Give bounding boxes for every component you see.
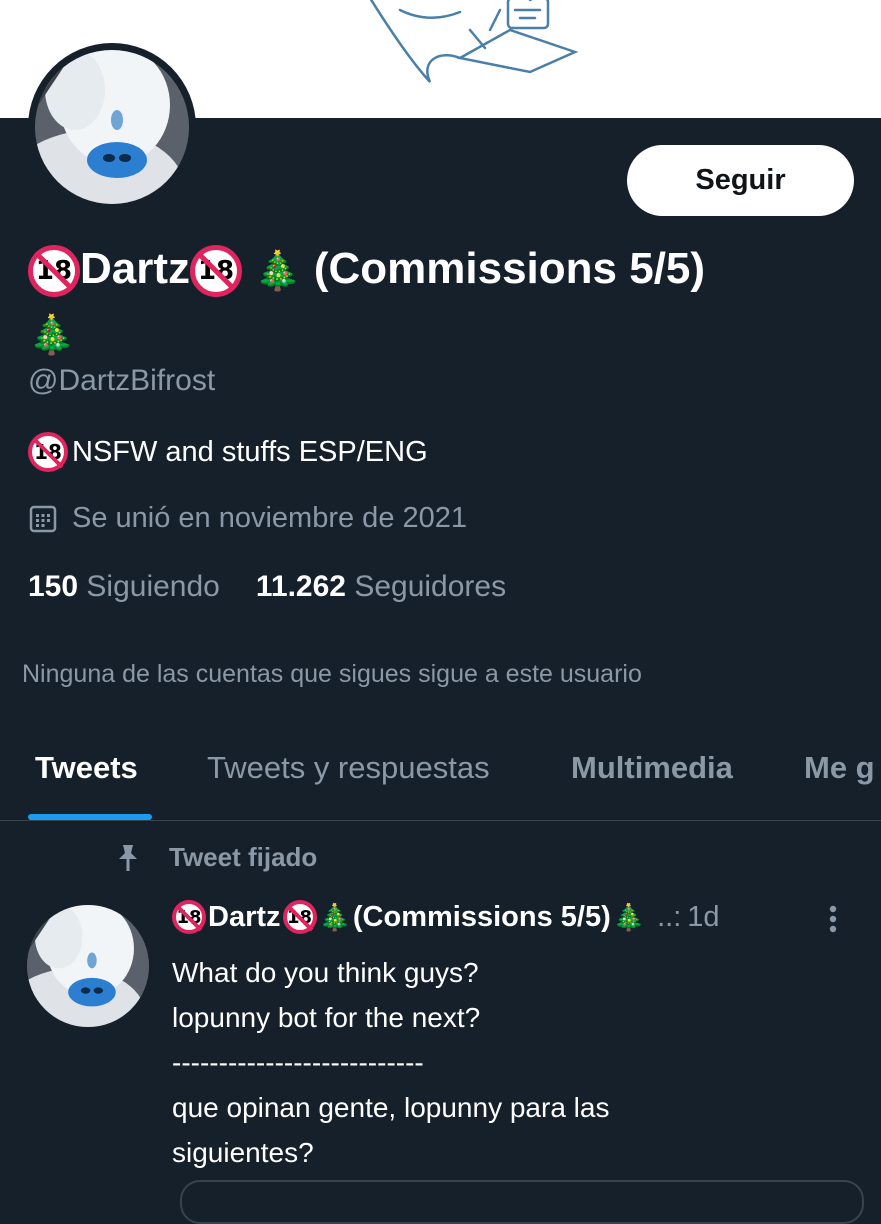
no-under-18-icon: 18 xyxy=(172,900,206,934)
avatar[interactable] xyxy=(35,50,189,204)
tweet-author-name[interactable]: 18 Dartz 18 🎄 (Commissions 5/5) 🎄 xyxy=(172,900,645,934)
following-count: 150 xyxy=(28,570,79,603)
christmas-tree-icon: 🎄 xyxy=(254,250,302,293)
profile-tabs: Tweets Tweets y respuestas Multimedia Me… xyxy=(0,730,881,821)
tweet-author-text: Dartz xyxy=(208,900,281,933)
profile-handle: @DartzBifrost xyxy=(28,364,216,397)
profile-display-name: 18 Dartz 18 🎄 (Commissions 5/5) 🎄 xyxy=(28,238,868,367)
no-under-18-icon: 18 xyxy=(282,900,317,934)
tweet-time-separator: ..: xyxy=(657,900,682,933)
tab-tweets[interactable]: Tweets xyxy=(35,750,138,786)
bio-text: NSFW and stuffs ESP/ENG xyxy=(72,435,428,468)
christmas-tree-icon: 🎄 xyxy=(318,901,351,932)
following-link[interactable]: 150 Siguiendo xyxy=(28,570,220,604)
pinned-tweet-label: Tweet fijado xyxy=(115,842,317,873)
profile-joined-date: Se unió en noviembre de 2021 xyxy=(28,502,467,535)
followers-label: Seguidores xyxy=(354,570,507,603)
avatar-image xyxy=(27,905,149,1027)
tweet-author-avatar[interactable] xyxy=(27,905,149,1027)
calendar-icon xyxy=(29,505,57,532)
profile-bio: 18 NSFW and stuffs ESP/ENG xyxy=(28,432,428,472)
display-name-suffix: (Commissions 5/5) xyxy=(313,244,706,293)
tab-media[interactable]: Multimedia xyxy=(571,750,733,786)
tweet-header: 18 Dartz 18 🎄 (Commissions 5/5) 🎄 ..: 1d xyxy=(172,900,872,934)
mutual-followers-note: Ninguna de las cuentas que sigues sigue … xyxy=(22,660,642,688)
more-vertical-icon[interactable] xyxy=(827,904,839,946)
tweet-media-card[interactable] xyxy=(180,1180,864,1224)
following-label: Siguiendo xyxy=(86,570,220,603)
follow-button[interactable]: Seguir xyxy=(627,145,854,216)
christmas-tree-icon: 🎄 xyxy=(612,901,646,932)
no-under-18-icon: 18 xyxy=(28,432,68,472)
christmas-tree-icon: 🎄 xyxy=(28,314,76,357)
profile-stats: 150 Siguiendo 11.262 Seguidores xyxy=(28,570,506,604)
active-tab-indicator xyxy=(28,814,152,820)
tab-likes[interactable]: Me g xyxy=(804,750,875,786)
followers-link[interactable]: 11.262 Seguidores xyxy=(256,570,506,604)
no-under-18-icon: 18 xyxy=(190,245,243,298)
tweet-text: What do you think guys? lopunny bot for … xyxy=(172,957,610,1168)
pinned-text: Tweet fijado xyxy=(169,842,318,872)
tweet-author-suffix: (Commissions 5/5) xyxy=(352,900,611,933)
profile-avatar-frame xyxy=(28,43,196,211)
pin-icon xyxy=(119,844,137,871)
no-under-18-icon: 18 xyxy=(28,245,80,298)
tab-tweets-and-replies[interactable]: Tweets y respuestas xyxy=(207,750,490,786)
display-name-text: Dartz xyxy=(80,244,191,293)
avatar-image xyxy=(35,50,189,204)
tweet-timestamp[interactable]: 1d xyxy=(687,901,719,934)
followers-count: 11.262 xyxy=(255,570,346,603)
banner-illustration xyxy=(369,0,579,83)
joined-text: Se unió en noviembre de 2021 xyxy=(72,502,468,534)
